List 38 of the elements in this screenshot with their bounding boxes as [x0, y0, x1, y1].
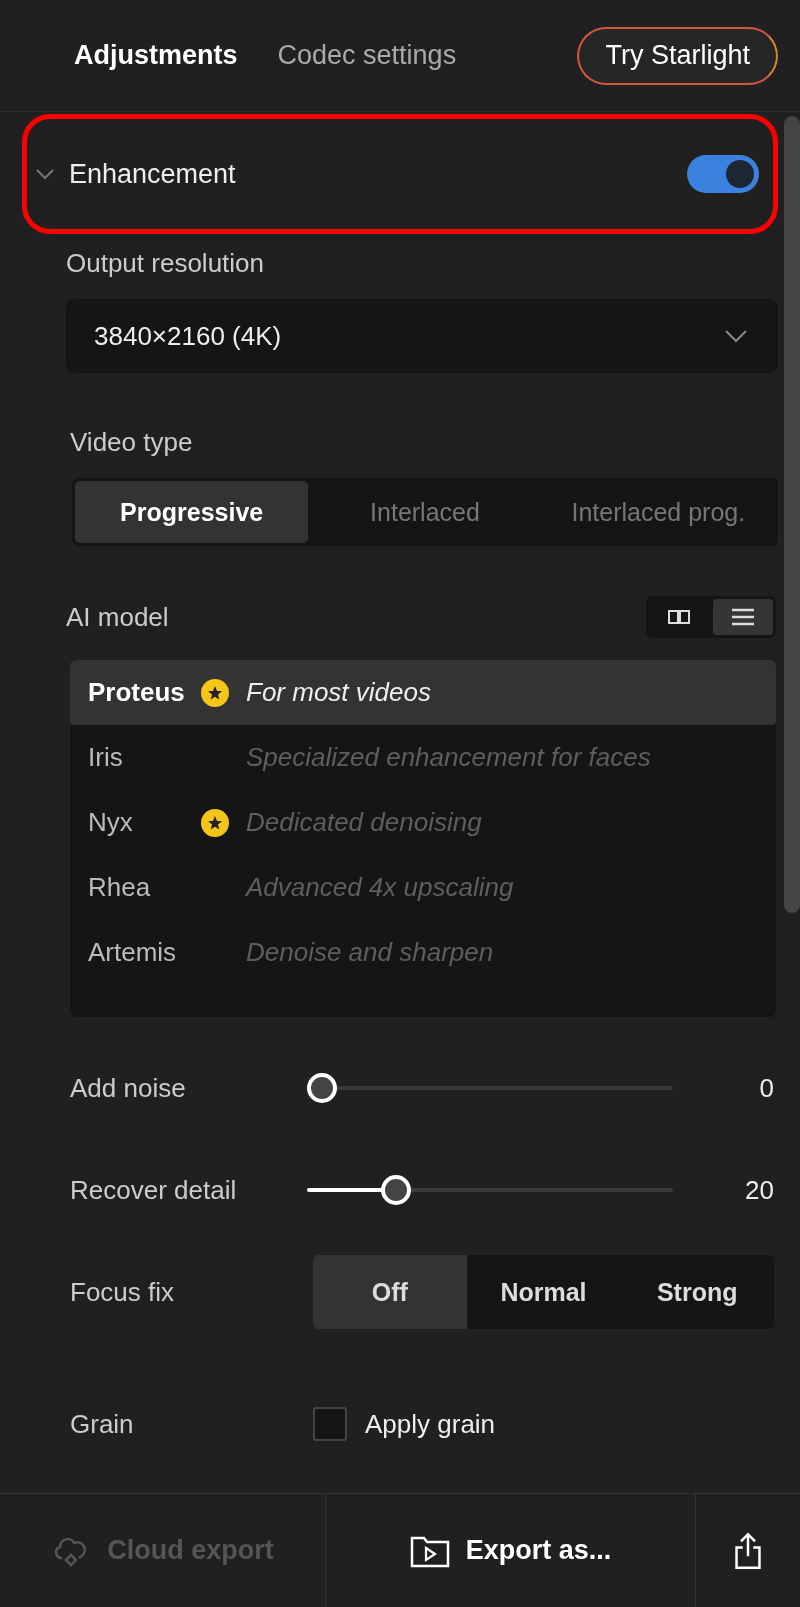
slider-value: 0: [759, 1072, 774, 1104]
slider-value: 20: [745, 1174, 774, 1206]
field-label: Add noise: [70, 1072, 187, 1104]
segment-option[interactable]: Interlaced prog.: [541, 481, 775, 543]
field-label: AI model: [66, 601, 169, 633]
model-item[interactable]: Rhea Advanced 4x upscaling: [70, 855, 776, 920]
field-label: Recover detail: [70, 1174, 238, 1206]
scrollbar[interactable]: [784, 116, 800, 913]
list-view-button[interactable]: [713, 599, 773, 635]
segment-option[interactable]: Progressive: [75, 481, 309, 543]
try-starlight-button[interactable]: Try Starlight: [577, 26, 778, 85]
chevron-down-icon: [724, 329, 748, 343]
segment-option[interactable]: Off: [313, 1255, 467, 1329]
model-item[interactable]: Artemis Denoise and sharpen: [70, 920, 776, 985]
model-item[interactable]: Proteus For most videos: [70, 660, 776, 725]
section-title: Enhancement: [69, 158, 236, 190]
resolution-dropdown[interactable]: 3840×2160 (4K): [66, 299, 778, 373]
segment-option[interactable]: Strong: [620, 1255, 774, 1329]
field-label: Video type: [70, 427, 194, 458]
slider[interactable]: [307, 1073, 673, 1103]
segment-option[interactable]: Normal: [466, 1255, 621, 1329]
tab[interactable]: Codec settings: [263, 32, 471, 79]
field-label: Grain: [70, 1408, 135, 1440]
model-item[interactable]: Nyx Dedicated denoising: [70, 790, 776, 855]
enhancement-toggle[interactable]: [687, 155, 759, 193]
tab[interactable]: Adjustments: [60, 32, 252, 79]
field-label: Focus fix: [70, 1276, 176, 1308]
segment-option[interactable]: Interlaced: [308, 481, 542, 543]
chevron-icon[interactable]: [35, 168, 55, 180]
model-item[interactable]: Iris Specialized enhancement for faces: [70, 725, 776, 790]
export-button[interactable]: Export as...: [326, 1494, 696, 1607]
grid-icon: [667, 609, 691, 625]
field-label: Output resolution: [66, 248, 265, 279]
checkbox[interactable]: [313, 1407, 347, 1441]
list-icon: [731, 608, 755, 626]
slider[interactable]: [307, 1175, 673, 1205]
share-icon: [733, 1530, 763, 1571]
checkbox-label: Apply grain: [365, 1408, 496, 1440]
